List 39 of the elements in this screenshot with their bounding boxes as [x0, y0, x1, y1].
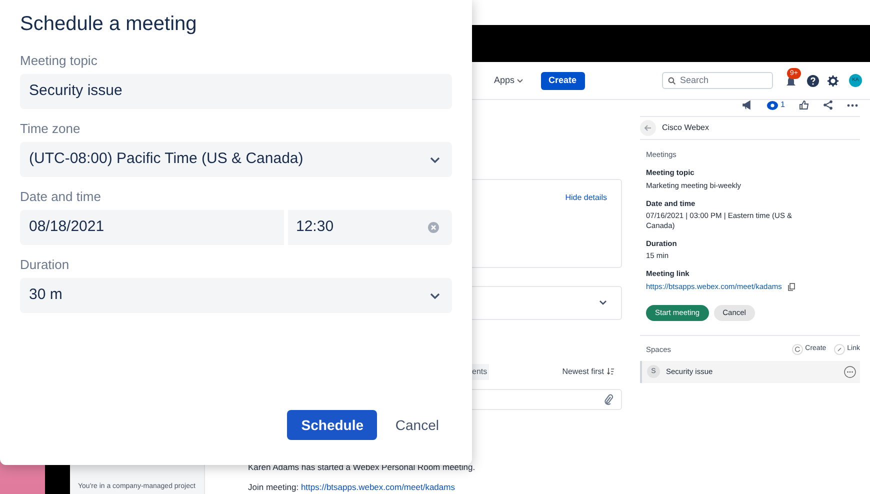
text-input[interactable]: Security issue: [20, 74, 452, 109]
paperclip-icon[interactable]: [604, 394, 613, 406]
create-button[interactable]: Create: [540, 72, 585, 90]
date-input[interactable]: 08/18/2021: [20, 210, 284, 245]
more-icon[interactable]: [844, 366, 856, 378]
sort-icon: [607, 368, 614, 376]
dialog-title: Schedule a meeting: [20, 12, 198, 36]
more-icon[interactable]: [847, 104, 858, 106]
apps-menu[interactable]: Apps: [494, 74, 523, 88]
cancel-button[interactable]: Cancel: [383, 410, 451, 440]
field-label: Date and time: [20, 189, 102, 205]
panel-title: Cisco Webex: [662, 122, 709, 134]
search-icon: [668, 76, 676, 84]
field-label: Time zone: [20, 121, 82, 137]
select-field[interactable]: 30 m: [20, 278, 452, 313]
hide-details-link[interactable]: Hide details: [565, 192, 607, 204]
eye-icon: [766, 100, 778, 110]
field-label: Duration: [20, 257, 70, 273]
chevron-down-icon: [516, 78, 523, 82]
sort-button[interactable]: Newest first: [562, 366, 614, 378]
field-label: Meeting topic: [20, 53, 98, 69]
schedule-button[interactable]: Schedule: [287, 410, 378, 440]
chevron-down-icon: [430, 156, 440, 162]
thumbs-up-icon[interactable]: [799, 100, 809, 110]
select-field[interactable]: (UTC-08:00) Pacific Time (US & Canada): [20, 142, 452, 177]
megaphone-icon[interactable]: [742, 100, 753, 110]
settings-icon[interactable]: [827, 74, 839, 86]
meeting-link[interactable]: https://btsapps.webex.com/meet/kadams: [300, 482, 455, 492]
copy-icon[interactable]: [788, 282, 795, 291]
search-field[interactable]: Search: [662, 72, 773, 89]
comments-tab[interactable]: ents: [470, 364, 490, 380]
watchers-button[interactable]: 1: [766, 99, 785, 111]
time-input[interactable]: 12:30: [288, 210, 452, 245]
message-text: Join meeting: https://btsapps.webex.com/meet/kadams: [248, 481, 456, 494]
help-icon[interactable]: [807, 74, 819, 86]
search-input[interactable]: Search: [680, 74, 765, 88]
share-icon[interactable]: [823, 100, 833, 110]
chevron-down-icon[interactable]: [599, 300, 607, 306]
chevron-down-icon: [430, 292, 440, 298]
